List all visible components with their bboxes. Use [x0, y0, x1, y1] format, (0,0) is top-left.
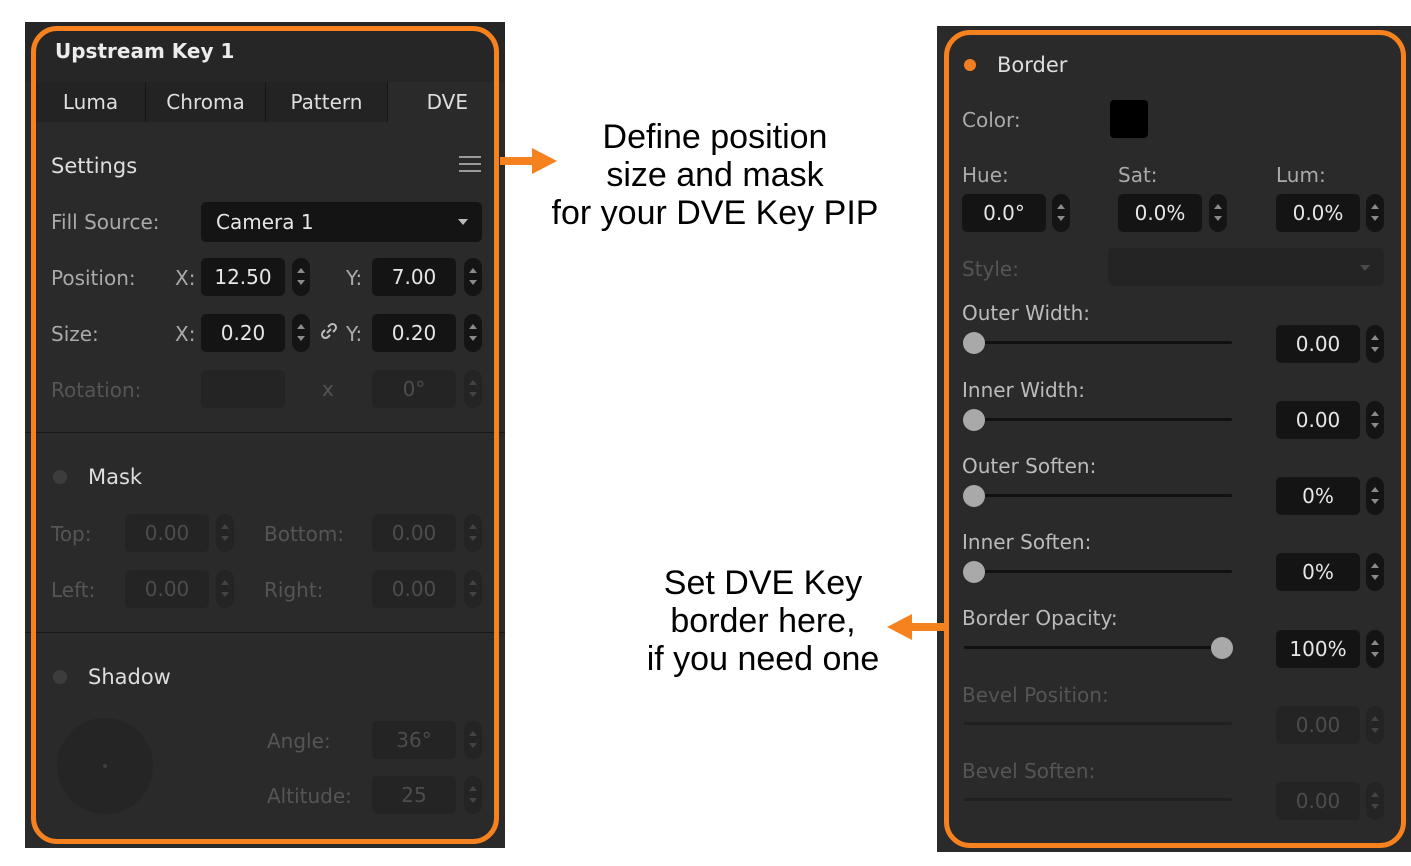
- annotation-line: Set DVE Key: [663, 564, 863, 602]
- annotation-border: Set DVE Key border here, if you need one: [618, 564, 908, 678]
- annotation-position-size-mask: Define position size and mask for your D…: [530, 118, 900, 232]
- annotation-line: if you need one: [646, 640, 880, 678]
- left-highlight-outline: [31, 26, 499, 844]
- annotation-line: for your DVE Key PIP: [551, 194, 879, 232]
- right-highlight-outline: [944, 30, 1406, 848]
- annotation-line: border here,: [670, 602, 856, 640]
- annotation-line: Define position: [602, 118, 828, 156]
- annotation-line: size and mask: [606, 156, 824, 194]
